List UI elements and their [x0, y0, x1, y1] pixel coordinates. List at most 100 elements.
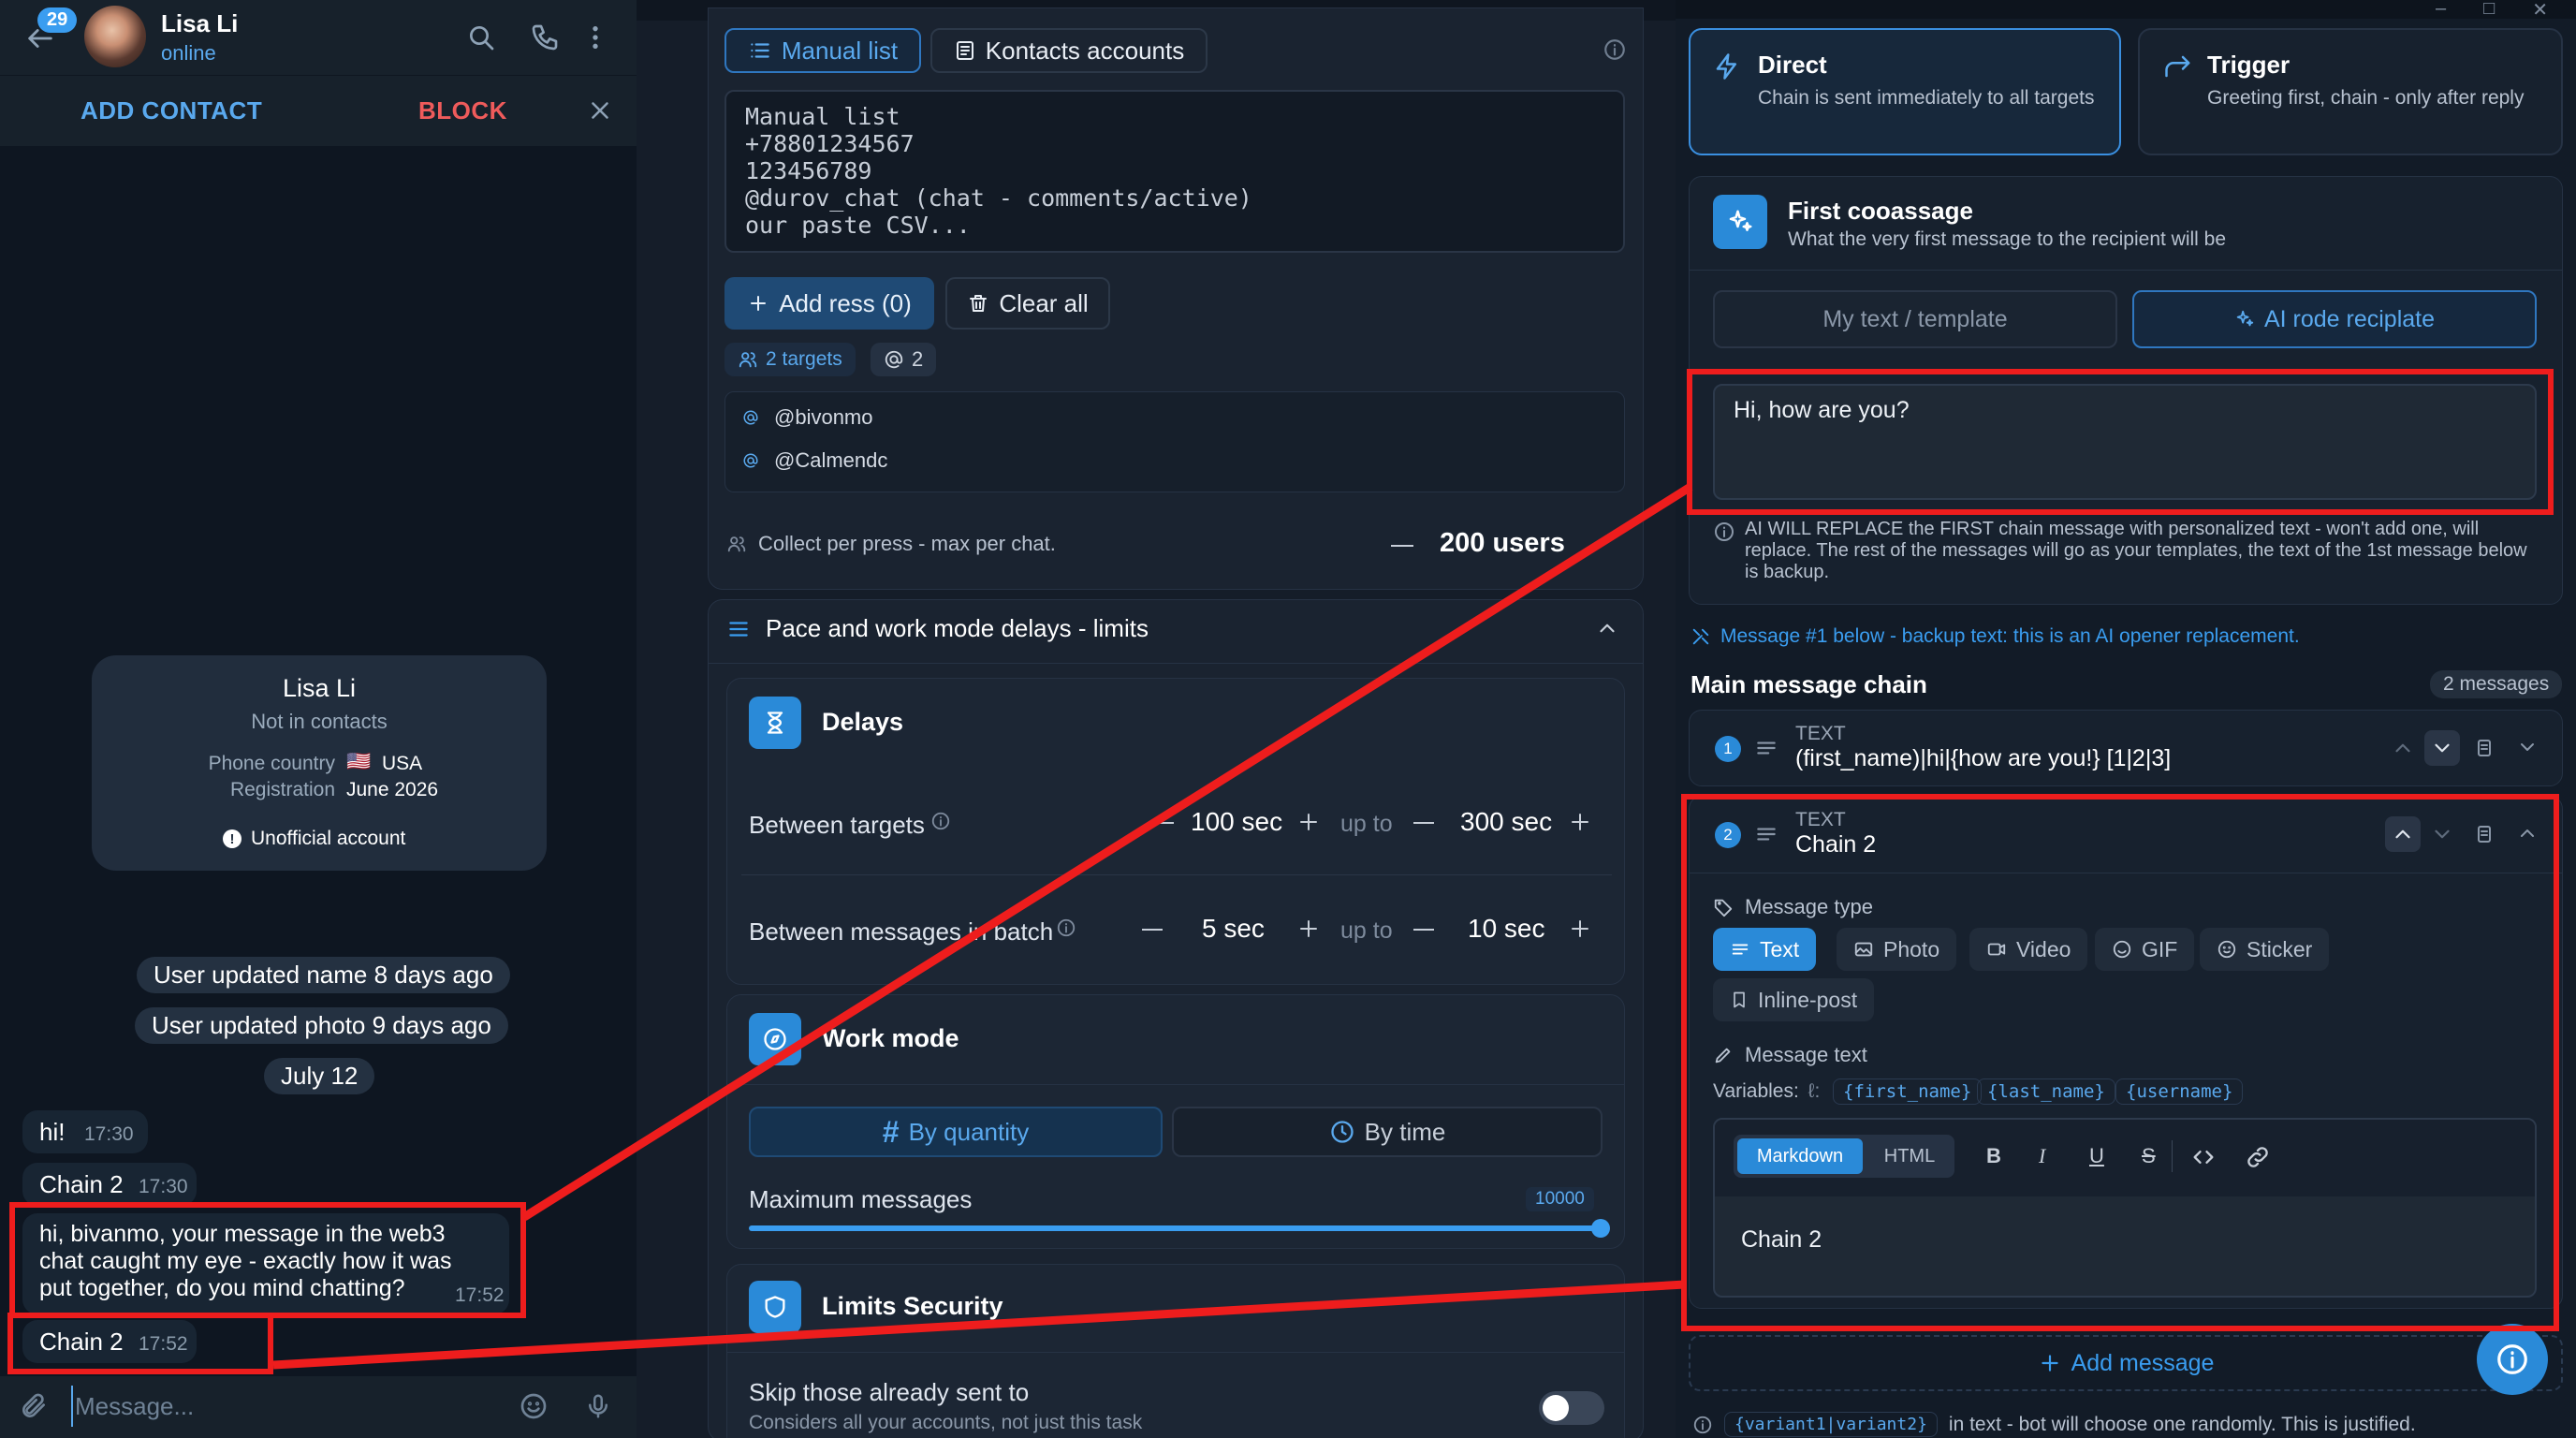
maximize-icon[interactable]: □	[2483, 0, 2495, 22]
between-messages-min[interactable]: 5 sec	[1202, 914, 1265, 944]
decrease-min-button[interactable]	[1153, 822, 1174, 824]
move-down-icon[interactable]	[2424, 730, 2460, 766]
plus-icon[interactable]	[1569, 917, 1591, 940]
clear-all-button[interactable]: Clear all	[945, 277, 1110, 330]
registration-value: June 2026	[346, 779, 439, 800]
decrease-max-button[interactable]	[1413, 822, 1434, 824]
tab-manual-list[interactable]: Manual list	[724, 28, 921, 73]
at-icon	[885, 350, 903, 369]
message-text: Chain 2	[39, 1170, 124, 1198]
plus-icon[interactable]	[1569, 811, 1591, 833]
work-mode-title: Work mode	[822, 1024, 959, 1052]
users-icon	[739, 352, 757, 368]
trash-icon	[970, 295, 988, 312]
pace-section-header[interactable]: Pace and work mode delays - limits	[726, 614, 1149, 643]
mode-direct-card[interactable]: Direct Chain is sent immediately to all …	[1689, 28, 2121, 155]
add-address-button[interactable]: Add ress (0)	[724, 277, 934, 330]
list-item[interactable]: @bivonmo	[742, 405, 873, 430]
message-bubble[interactable]: Chain 2 17:30	[22, 1163, 197, 1206]
targets-badge-label: 2 targets	[766, 348, 842, 370]
tab-label: Kontacts accounts	[985, 36, 1185, 65]
tab-contacts-accounts[interactable]: Kontacts accounts	[930, 28, 1208, 73]
unofficial-account[interactable]: ! Unofficial account	[223, 828, 405, 850]
move-up-icon[interactable]	[2391, 736, 2415, 760]
avatar[interactable]	[84, 6, 146, 67]
window-controls[interactable]: – □ ✕	[2436, 0, 2548, 22]
by-quantity-label: By quantity	[908, 1117, 1030, 1146]
service-message: User updated name 8 days ago	[137, 957, 510, 993]
decrease-users-button[interactable]	[1391, 545, 1413, 547]
phone-country-label: Phone country	[208, 753, 335, 774]
date-separator: July 12	[264, 1058, 375, 1094]
mode-trigger-card[interactable]: Trigger Greeting first, chain - only aft…	[2138, 28, 2563, 155]
more-icon[interactable]	[588, 22, 603, 52]
emoji-icon[interactable]	[519, 1391, 549, 1421]
collect-row: Collect per press - max per chat.	[726, 532, 1056, 556]
help-icon[interactable]	[930, 811, 951, 831]
phone-icon[interactable]	[530, 22, 560, 52]
unofficial-label: Unofficial account	[251, 828, 406, 849]
help-icon[interactable]	[1056, 917, 1076, 938]
block-button[interactable]: BLOCK	[418, 96, 507, 125]
contact-name[interactable]: Lisa Li	[161, 9, 238, 38]
contact-status: online	[161, 41, 216, 65]
message-text: hi!	[39, 1118, 66, 1146]
my-text-template-button[interactable]: My text / template	[1713, 290, 2117, 348]
collapse-chevron-icon[interactable]	[1595, 616, 1619, 640]
tools-icon	[1692, 628, 1709, 645]
by-quantity-button[interactable]: # By quantity	[749, 1107, 1163, 1157]
ai-template-label: AI rode reciplate	[2263, 305, 2436, 332]
close-icon[interactable]	[586, 96, 614, 125]
plus-icon[interactable]	[1297, 917, 1320, 940]
toggle-knob	[1543, 1395, 1569, 1421]
annotation-box-chain-2	[1681, 794, 2559, 1331]
annotation-box-ai-message	[9, 1202, 526, 1318]
window-close-icon[interactable]: ✕	[2532, 0, 2548, 22]
copy-icon[interactable]	[2473, 736, 2496, 760]
registration-label: Registration	[229, 779, 335, 800]
microphone-icon[interactable]	[584, 1391, 612, 1421]
by-time-button[interactable]: By time	[1172, 1107, 1603, 1157]
help-fab[interactable]	[2477, 1324, 2548, 1395]
collect-value: 200 users	[1440, 528, 1565, 558]
between-targets-min[interactable]: 100 sec	[1191, 807, 1282, 837]
message-placeholder: Message...	[75, 1392, 195, 1420]
text-lines-icon	[1754, 736, 1778, 760]
message-bubble[interactable]: hi! 17:30	[22, 1110, 148, 1153]
add-contact-button[interactable]: ADD CONTACT	[80, 96, 262, 125]
plus-icon	[751, 296, 767, 311]
between-targets-max[interactable]: 300 sec	[1460, 807, 1552, 837]
flag-icon: 🇺🇸	[346, 751, 372, 772]
plus-icon[interactable]	[1297, 811, 1320, 833]
targets-textarea[interactable]: Manual list +78801234567 123456789 @duro…	[724, 90, 1625, 253]
attach-icon[interactable]	[19, 1391, 49, 1421]
lightning-icon	[1713, 52, 1741, 81]
list-icon	[751, 43, 769, 58]
divider	[708, 663, 1644, 664]
skip-toggle[interactable]	[1539, 1391, 1604, 1425]
hourglass-icon	[749, 697, 801, 749]
divider	[741, 874, 1612, 875]
between-messages-max[interactable]: 10 sec	[1468, 914, 1545, 944]
pace-section-title: Pace and work mode delays - limits	[766, 614, 1149, 642]
info-icon[interactable]	[1603, 37, 1627, 62]
max-messages-slider[interactable]	[749, 1225, 1601, 1231]
footer-text: in text - bot will choose one randomly. …	[1948, 1413, 2416, 1435]
at-icon	[743, 410, 758, 425]
add-message-button[interactable]: Add message	[1689, 1335, 2563, 1391]
decrease-min-button[interactable]	[1142, 929, 1163, 931]
list-item[interactable]: @Calmendc	[742, 448, 887, 473]
contact-info-card: Lisa Li Not in contacts Phone country 🇺🇸…	[92, 655, 547, 871]
message-input[interactable]: Message...	[71, 1386, 474, 1427]
expand-chevron-icon[interactable]	[2516, 736, 2539, 758]
users-icon	[727, 536, 746, 552]
collect-label: Collect per press - max per chat.	[758, 532, 1056, 555]
up-to-label: up to	[1340, 811, 1393, 837]
chat-header: 29 Lisa Li online	[0, 0, 637, 75]
targets-count-badge: 2 targets	[724, 343, 856, 376]
decrease-max-button[interactable]	[1413, 929, 1434, 931]
slider-thumb[interactable]	[1591, 1219, 1610, 1238]
minimize-icon[interactable]: –	[2436, 0, 2446, 22]
search-icon[interactable]	[466, 22, 496, 52]
ai-template-button[interactable]: AI rode reciplate	[2132, 290, 2537, 348]
